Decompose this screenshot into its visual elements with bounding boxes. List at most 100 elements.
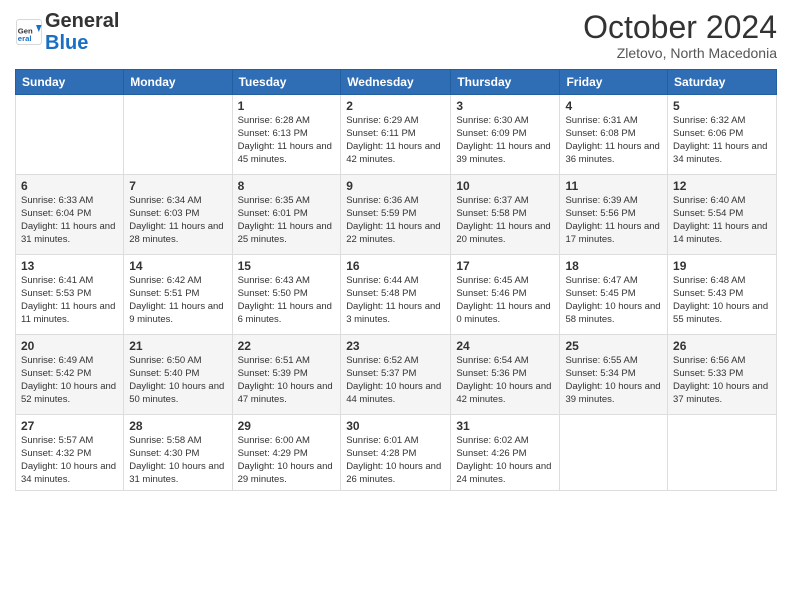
day-info: Sunrise: 6:42 AMSunset: 5:51 PMDaylight:… (129, 275, 226, 326)
day-info: Sunrise: 6:31 AMSunset: 6:08 PMDaylight:… (565, 115, 662, 166)
table-row: 17 Sunrise: 6:45 AMSunset: 5:46 PMDayligh… (451, 255, 560, 335)
table-row: 5 Sunrise: 6:32 AMSunset: 6:06 PMDaylight… (668, 95, 777, 175)
day-number: 21 (129, 339, 226, 353)
table-row (560, 415, 668, 491)
header-thursday: Thursday (451, 70, 560, 95)
day-info: Sunrise: 6:34 AMSunset: 6:03 PMDaylight:… (129, 195, 226, 246)
day-number: 18 (565, 259, 662, 273)
day-number: 19 (673, 259, 771, 273)
day-number: 28 (129, 419, 226, 433)
table-row: 30 Sunrise: 6:01 AMSunset: 4:28 PMDayligh… (341, 415, 451, 491)
calendar-page: Gen eral General Blue October 2024 Zleto… (0, 0, 792, 612)
logo-blue: Blue (45, 32, 88, 54)
day-number: 29 (238, 419, 336, 433)
table-row: 18 Sunrise: 6:47 AMSunset: 5:45 PMDayligh… (560, 255, 668, 335)
day-number: 27 (21, 419, 118, 433)
day-info: Sunrise: 6:49 AMSunset: 5:42 PMDaylight:… (21, 355, 118, 406)
day-number: 26 (673, 339, 771, 353)
day-number: 5 (673, 99, 771, 113)
day-number: 8 (238, 179, 336, 193)
day-info: Sunrise: 6:52 AMSunset: 5:37 PMDaylight:… (346, 355, 445, 406)
table-row: 15 Sunrise: 6:43 AMSunset: 5:50 PMDayligh… (232, 255, 341, 335)
table-row: 21 Sunrise: 6:50 AMSunset: 5:40 PMDayligh… (124, 335, 232, 415)
header-saturday: Saturday (668, 70, 777, 95)
day-info: Sunrise: 6:45 AMSunset: 5:46 PMDaylight:… (456, 275, 554, 326)
table-row: 11Sunrise: 6:39 AMSunset: 5:56 PMDayligh… (560, 175, 668, 255)
table-row: 9Sunrise: 6:36 AMSunset: 5:59 PMDaylight… (341, 175, 451, 255)
day-number: 30 (346, 419, 445, 433)
table-row: 25 Sunrise: 6:55 AMSunset: 5:34 PMDayligh… (560, 335, 668, 415)
table-row: 7 Sunrise: 6:34 AMSunset: 6:03 PMDaylight… (124, 175, 232, 255)
day-info: Sunrise: 5:58 AMSunset: 4:30 PMDaylight:… (129, 435, 226, 486)
svg-text:eral: eral (18, 34, 32, 43)
day-number: 3 (456, 99, 554, 113)
table-row: 16 Sunrise: 6:44 AMSunset: 5:48 PMDayligh… (341, 255, 451, 335)
table-row: 19 Sunrise: 6:48 AMSunset: 5:43 PMDayligh… (668, 255, 777, 335)
day-info: Sunrise: 6:36 AMSunset: 5:59 PMDaylight:… (346, 195, 445, 246)
table-row: 1 Sunrise: 6:28 AMSunset: 6:13 PMDaylight… (232, 95, 341, 175)
table-row: 8 Sunrise: 6:35 AMSunset: 6:01 PMDaylight… (232, 175, 341, 255)
day-info: Sunrise: 6:33 AMSunset: 6:04 PMDaylight:… (21, 195, 118, 246)
title-block: October 2024 Zletovo, North Macedonia (583, 10, 777, 61)
day-number: 12 (673, 179, 771, 193)
logo-icon: Gen eral (15, 18, 43, 46)
day-number: 10 (456, 179, 554, 193)
day-info: Sunrise: 6:32 AMSunset: 6:06 PMDaylight:… (673, 115, 771, 166)
table-row (16, 95, 124, 175)
header-sunday: Sunday (16, 70, 124, 95)
day-number: 17 (456, 259, 554, 273)
day-number: 25 (565, 339, 662, 353)
day-info: Sunrise: 6:43 AMSunset: 5:50 PMDaylight:… (238, 275, 336, 326)
day-number: 31 (456, 419, 554, 433)
day-number: 1 (238, 99, 336, 113)
day-number: 7 (129, 179, 226, 193)
table-row: 27 Sunrise: 5:57 AMSunset: 4:32 PMDayligh… (16, 415, 124, 491)
day-info: Sunrise: 6:40 AMSunset: 5:54 PMDaylight:… (673, 195, 771, 246)
day-info: Sunrise: 6:55 AMSunset: 5:34 PMDaylight:… (565, 355, 662, 406)
day-info: Sunrise: 6:44 AMSunset: 5:48 PMDaylight:… (346, 275, 445, 326)
day-info: Sunrise: 6:02 AMSunset: 4:26 PMDaylight:… (456, 435, 554, 486)
day-info: Sunrise: 6:00 AMSunset: 4:29 PMDaylight:… (238, 435, 336, 486)
table-row: 14Sunrise: 6:42 AMSunset: 5:51 PMDayligh… (124, 255, 232, 335)
table-row: 24Sunrise: 6:54 AMSunset: 5:36 PMDayligh… (451, 335, 560, 415)
calendar-table: Sunday Monday Tuesday Wednesday Thursday… (15, 69, 777, 491)
header: Gen eral General Blue October 2024 Zleto… (15, 10, 777, 61)
day-number: 11 (565, 179, 662, 193)
day-number: 23 (346, 339, 445, 353)
day-number: 24 (456, 339, 554, 353)
day-number: 13 (21, 259, 118, 273)
table-row: 3Sunrise: 6:30 AMSunset: 6:09 PMDaylight… (451, 95, 560, 175)
day-number: 20 (21, 339, 118, 353)
day-info: Sunrise: 6:01 AMSunset: 4:28 PMDaylight:… (346, 435, 445, 486)
day-info: Sunrise: 6:56 AMSunset: 5:33 PMDaylight:… (673, 355, 771, 406)
day-number: 4 (565, 99, 662, 113)
day-info: Sunrise: 6:51 AMSunset: 5:39 PMDaylight:… (238, 355, 336, 406)
day-info: Sunrise: 6:35 AMSunset: 6:01 PMDaylight:… (238, 195, 336, 246)
logo-text: General Blue (45, 10, 119, 54)
day-info: Sunrise: 6:28 AMSunset: 6:13 PMDaylight:… (238, 115, 336, 166)
table-row: 12 Sunrise: 6:40 AMSunset: 5:54 PMDayligh… (668, 175, 777, 255)
day-info: Sunrise: 6:47 AMSunset: 5:45 PMDaylight:… (565, 275, 662, 326)
table-row: 23 Sunrise: 6:52 AMSunset: 5:37 PMDayligh… (341, 335, 451, 415)
logo: Gen eral General Blue (15, 10, 119, 54)
logo-general: General (45, 10, 119, 32)
day-number: 6 (21, 179, 118, 193)
table-row: 26 Sunrise: 6:56 AMSunset: 5:33 PMDayligh… (668, 335, 777, 415)
table-row: 20 Sunrise: 6:49 AMSunset: 5:42 PMDayligh… (16, 335, 124, 415)
day-number: 15 (238, 259, 336, 273)
table-row: 6 Sunrise: 6:33 AMSunset: 6:04 PMDaylight… (16, 175, 124, 255)
table-row (668, 415, 777, 491)
day-info: Sunrise: 6:50 AMSunset: 5:40 PMDaylight:… (129, 355, 226, 406)
table-row (124, 95, 232, 175)
day-info: Sunrise: 6:48 AMSunset: 5:43 PMDaylight:… (673, 275, 771, 326)
table-row: 29 Sunrise: 6:00 AMSunset: 4:29 PMDayligh… (232, 415, 341, 491)
day-number: 16 (346, 259, 445, 273)
location: Zletovo, North Macedonia (583, 45, 777, 61)
table-row: 13Sunrise: 6:41 AMSunset: 5:53 PMDayligh… (16, 255, 124, 335)
day-info: Sunrise: 6:29 AMSunset: 6:11 PMDaylight:… (346, 115, 445, 166)
day-number: 22 (238, 339, 336, 353)
header-wednesday: Wednesday (341, 70, 451, 95)
table-row: 2Sunrise: 6:29 AMSunset: 6:11 PMDaylight… (341, 95, 451, 175)
day-info: Sunrise: 5:57 AMSunset: 4:32 PMDaylight:… (21, 435, 118, 486)
table-row: 10Sunrise: 6:37 AMSunset: 5:58 PMDayligh… (451, 175, 560, 255)
